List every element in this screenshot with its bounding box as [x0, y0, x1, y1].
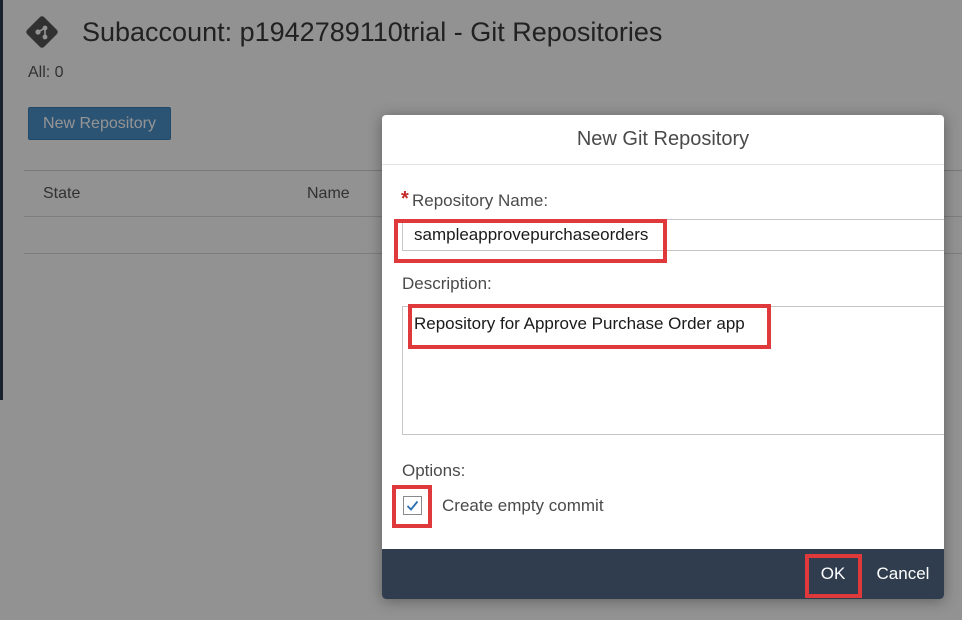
highlight-box: [392, 485, 432, 528]
repository-name-label: Repository Name:: [412, 191, 549, 210]
highlight-box: [408, 304, 771, 349]
required-marker: *: [401, 188, 409, 210]
highlight-box: [805, 554, 862, 598]
dialog-title: New Git Repository: [576, 128, 750, 150]
dialog-header: New Git Repository: [382, 115, 944, 165]
description-label: Description:: [402, 274, 492, 293]
cancel-button[interactable]: Cancel: [868, 558, 938, 590]
new-git-repository-dialog: New Git Repository * Repository Name: De…: [382, 115, 944, 599]
highlight-box: [394, 219, 667, 263]
options-label: Options:: [402, 461, 466, 480]
create-empty-commit-label[interactable]: Create empty commit: [442, 496, 604, 516]
